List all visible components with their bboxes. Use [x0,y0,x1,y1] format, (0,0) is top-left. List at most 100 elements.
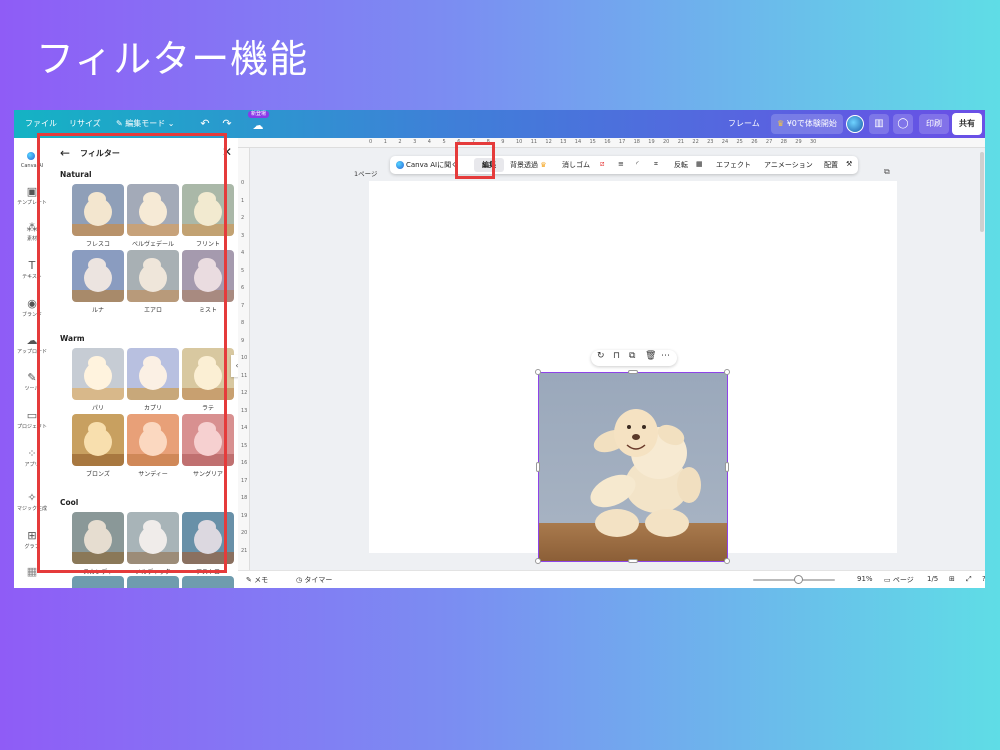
border-style-icon[interactable]: ≡ [618,160,624,168]
ruler-tick-label: 14 [574,139,582,145]
lock-icon[interactable]: ⊓ [613,351,620,361]
notes-button[interactable]: ✎ メモ [246,575,268,585]
page-count: 1/5 [927,575,939,583]
redo-icon[interactable]: ↷ [218,115,236,133]
resize-handle-top-right[interactable] [724,369,730,375]
ruler-tick-label: 1 [383,139,387,145]
insights-icon[interactable]: ▥ [869,114,889,134]
ruler-tick-label: 24 [721,139,729,145]
animation-button[interactable]: アニメーション [764,160,813,170]
notes-icon: ✎ [246,576,255,584]
resize-handle-top-left[interactable] [535,369,541,375]
duplicate-icon[interactable]: ⧉ [629,351,635,361]
ruler-tick-label: 3 [241,232,245,239]
chevron-down-icon: ⌄ [165,119,175,128]
bg-remove-button[interactable]: 背景透過 ♛ [510,160,547,170]
ruler-tick-label: 15 [241,442,248,449]
pages-button[interactable]: ▭ ページ [884,575,914,585]
paint-roller-icon[interactable]: ⚒ [846,160,852,168]
ruler-tick-label: 7 [241,302,245,309]
ruler-tick-label: 4 [241,250,245,256]
ruler-tick-label: 27 [765,139,773,145]
menu-resize[interactable]: リサイズ [69,118,101,129]
rotate-refresh-icon[interactable]: ↻ [597,351,605,361]
share-button[interactable]: 共有 [952,113,982,135]
ruler-tick-label: 0 [241,180,245,186]
arrange-button[interactable]: 配置 [824,160,838,170]
element-action-bar: ↻ ⊓ ⧉ 🗑 ⋯ [591,350,677,366]
fullscreen-icon[interactable]: ⤢ [966,575,972,584]
ruler-tick-label: 19 [241,512,248,519]
highlight-edit-button [455,142,495,179]
filter-thumbnail[interactable] [127,576,179,588]
more-icon[interactable]: ⋯ [661,351,670,361]
zoom-level[interactable]: 91% [857,575,873,583]
ruler-tick-label: 9 [501,139,505,145]
slide-title: フィルター機能 [36,37,309,81]
avatar[interactable] [846,115,864,133]
comment-icon[interactable]: ◯ [893,114,913,134]
print-button[interactable]: 印刷 [919,114,949,134]
effects-button[interactable]: エフェクト [716,160,751,170]
resize-handle-bottom-right[interactable] [724,558,730,564]
flip-button[interactable]: 反転 [674,160,688,170]
help-icon[interactable]: ? [982,575,985,583]
selected-photo[interactable] [538,372,728,562]
ruler-tick-label: 21 [241,547,248,554]
menu-file[interactable]: ファイル [25,118,57,129]
ruler-tick-label: 21 [677,139,685,145]
ruler-tick-label: 19 [648,139,655,145]
ruler-tick-label: 16 [241,460,248,466]
ruler-tick-label: 11 [241,372,248,379]
eraser-button[interactable]: 消しゴム [562,160,590,170]
ruler-tick-label: 16 [604,139,611,145]
ruler-tick-label: 0 [369,139,373,145]
ruler-tick-label: 9 [241,337,245,344]
trash-icon[interactable]: 🗑 [645,351,656,361]
resize-handle-top[interactable] [628,370,638,374]
edit-mode-label: 編集モード [125,119,166,128]
border-color-icon[interactable]: ⧄ [600,160,604,169]
ruler-tick-label: 22 [692,139,699,145]
frame-button[interactable]: フレーム [728,118,760,129]
undo-icon[interactable]: ↶ [196,115,214,133]
corner-radius-icon[interactable]: ◜ [636,160,639,168]
ruler-tick-label: 17 [241,477,248,484]
resize-handle-bottom[interactable] [628,559,638,563]
crown-icon: ♛ [538,161,547,169]
canvas-scrollbar[interactable] [980,152,984,232]
pencil-icon: ✎ [116,119,126,128]
filter-thumbnail[interactable] [72,576,124,588]
ruler-tick-label: 30 [810,139,817,145]
ruler-tick-label: 23 [707,139,714,145]
resize-handle-left[interactable] [536,462,540,472]
ruler-tick-label: 10 [241,355,248,361]
bottom-bar: ✎ メモ ◷ タイマー 91% ▭ ページ 1/5 ⊞ ⤢ ? [238,570,985,588]
crop-icon[interactable]: ⌗ [654,160,658,169]
highlight-filter-panel [37,133,227,573]
ruler-tick-label: 3 [413,139,417,145]
ruler-tick-label: 20 [663,139,670,145]
canva-ai-button[interactable]: Canva AIに聞く [396,160,458,170]
canvas-area: 0 1 2 3 4 5 6 7 8 9 10 11 12 13 14 15 16 17 18 19 20 21 22 23 24… [238,138,985,588]
ruler-top: 0 1 2 3 4 5 6 7 8 9 10 11 12 13 14 15 16 17 18 19 20 21 22 23 24… [238,138,985,148]
ruler-tick-label: 5 [241,267,245,274]
grid-view-icon[interactable]: ⊞ [949,575,955,583]
trial-button[interactable]: ♛ ¥0で体験開始 [771,114,843,134]
ruler-tick-label: 29 [795,139,802,145]
zoom-slider-knob[interactable] [794,575,803,584]
transparency-icon[interactable]: ▦ [696,160,703,168]
ruler-tick-label: 26 [751,139,758,145]
timer-button[interactable]: ◷ タイマー [296,575,332,585]
edit-mode-dropdown[interactable]: ✎ 編集モード ⌄ [116,118,175,129]
resize-handle-bottom-left[interactable] [535,558,541,564]
cloud-save-icon[interactable]: ☁ [249,117,267,135]
ruler-tick-label: 2 [241,215,245,221]
filter-thumbnail[interactable] [182,576,234,588]
resize-handle-right[interactable] [725,462,729,472]
ruler-tick-label: 5 [442,139,446,145]
ruler-tick-label: 13 [241,407,248,414]
sheep-plush-image [590,409,701,537]
ruler-tick-label: 28 [780,139,787,145]
add-page-icon[interactable]: ⧉ [884,167,890,177]
